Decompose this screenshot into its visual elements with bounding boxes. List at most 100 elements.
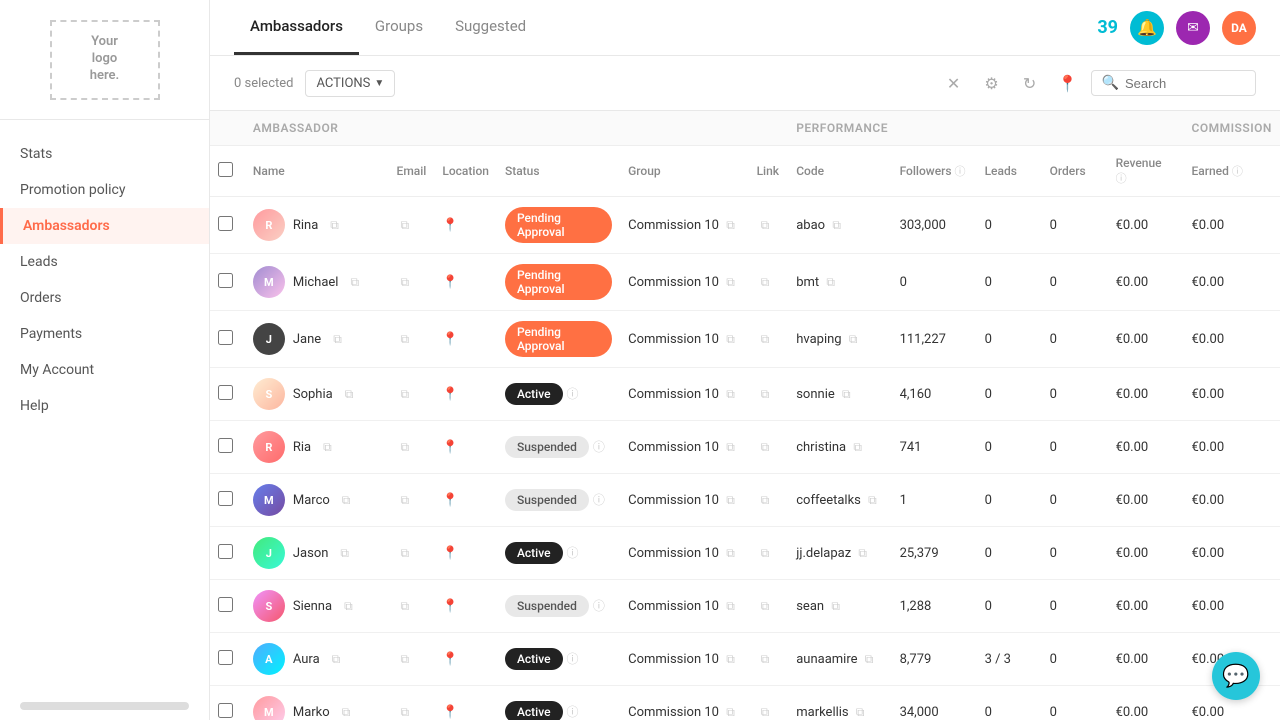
row-checkbox[interactable] [218,597,233,612]
row-checkbox[interactable] [218,385,233,400]
copy-group-icon[interactable]: ⧉ [726,387,735,401]
copy-code-icon[interactable]: ⧉ [832,218,841,232]
tab-ambassadors[interactable]: Ambassadors [234,0,359,55]
location-pin-icon: 📍 [442,332,458,347]
search-input[interactable] [1125,76,1245,91]
copy-name-icon[interactable]: ⧉ [332,652,341,667]
sidebar-item-promotion-policy[interactable]: Promotion policy [0,172,209,208]
sidebar-scrollbar[interactable] [20,702,189,710]
ambassador-name-cell: R Ria ⧉ [245,421,389,474]
copy-email-icon[interactable]: ⧉ [401,275,410,289]
avatar[interactable]: DA [1222,11,1256,45]
copy-group-icon[interactable]: ⧉ [726,493,735,507]
status-badge[interactable]: Active [505,542,563,564]
copy-email-icon[interactable]: ⧉ [401,493,410,507]
copy-link-icon[interactable]: ⧉ [761,332,770,346]
sidebar-item-orders[interactable]: Orders [0,280,209,316]
copy-name-icon[interactable]: ⧉ [323,440,332,455]
select-all-checkbox[interactable] [218,162,233,177]
copy-code-icon[interactable]: ⧉ [856,705,865,719]
copy-code-icon[interactable]: ⧉ [842,387,851,401]
row-checkbox[interactable] [218,273,233,288]
copy-email-icon[interactable]: ⧉ [401,332,410,346]
copy-link-icon[interactable]: ⧉ [761,652,770,666]
location-icon[interactable]: 📍 [1053,68,1083,98]
copy-code-icon[interactable]: ⧉ [858,546,867,560]
copy-link-icon[interactable]: ⧉ [761,218,770,232]
copy-email-icon[interactable]: ⧉ [401,705,410,719]
row-checkbox[interactable] [218,438,233,453]
copy-email-icon[interactable]: ⧉ [401,387,410,401]
copy-link-icon[interactable]: ⧉ [761,440,770,454]
copy-email-icon[interactable]: ⧉ [401,546,410,560]
copy-name-icon[interactable]: ⧉ [350,275,359,290]
sidebar-item-stats[interactable]: Stats [0,136,209,172]
copy-name-icon[interactable]: ⧉ [340,546,349,561]
copy-group-icon[interactable]: ⧉ [726,705,735,719]
filter-icon[interactable]: ⚙ [977,68,1007,98]
sidebar-item-ambassadors[interactable]: Ambassadors [0,208,209,244]
copy-email-icon[interactable]: ⧉ [401,652,410,666]
refresh-icon[interactable]: ↻ [1015,68,1045,98]
tab-groups[interactable]: Groups [359,0,439,55]
copy-link-icon[interactable]: ⧉ [761,705,770,719]
copy-name-icon[interactable]: ⧉ [342,705,351,720]
link-cell: ⧉ [749,368,789,421]
copy-name-icon[interactable]: ⧉ [345,387,354,402]
row-checkbox[interactable] [218,650,233,665]
copy-link-icon[interactable]: ⧉ [761,599,770,613]
status-badge[interactable]: Pending Approval [505,321,612,357]
mail-icon[interactable]: ✉ [1176,11,1210,45]
copy-name-icon[interactable]: ⧉ [344,599,353,614]
copy-group-icon[interactable]: ⧉ [726,652,735,666]
status-badge[interactable]: Pending Approval [505,207,612,243]
copy-group-icon[interactable]: ⧉ [726,218,735,232]
status-badge[interactable]: Active [505,648,563,670]
sidebar-item-my-account[interactable]: My Account [0,352,209,388]
col-header-status: Status [497,146,620,197]
copy-group-icon[interactable]: ⧉ [726,332,735,346]
status-badge[interactable]: Active [505,383,563,405]
close-icon[interactable]: ✕ [939,68,969,98]
status-badge[interactable]: Pending Approval [505,264,612,300]
chat-button[interactable]: 💬 [1212,652,1260,700]
sidebar-item-leads[interactable]: Leads [0,244,209,280]
copy-code-icon[interactable]: ⧉ [868,493,877,507]
sidebar-item-payments[interactable]: Payments [0,316,209,352]
row-checkbox[interactable] [218,544,233,559]
row-checkbox[interactable] [218,330,233,345]
table-row: R Ria ⧉ ⧉ 📍 Suspendedⓘ Commission 10 ⧉ ⧉… [210,421,1280,474]
copy-name-icon[interactable]: ⧉ [333,332,342,347]
copy-code-icon[interactable]: ⧉ [853,440,862,454]
copy-email-icon[interactable]: ⧉ [401,440,410,454]
copy-name-icon[interactable]: ⧉ [330,218,339,233]
copy-group-icon[interactable]: ⧉ [726,546,735,560]
copy-group-icon[interactable]: ⧉ [726,275,735,289]
copy-code-icon[interactable]: ⧉ [865,652,874,666]
copy-link-icon[interactable]: ⧉ [761,275,770,289]
status-badge[interactable]: Suspended [505,489,589,511]
group-cell: Commission 10 ⧉ [620,311,748,368]
row-checkbox[interactable] [218,703,233,718]
code-value: abao [796,218,825,233]
copy-email-icon[interactable]: ⧉ [401,599,410,613]
copy-group-icon[interactable]: ⧉ [726,599,735,613]
status-badge[interactable]: Suspended [505,436,589,458]
copy-code-icon[interactable]: ⧉ [831,599,840,613]
copy-group-icon[interactable]: ⧉ [726,440,735,454]
actions-button[interactable]: ACTIONS ▼ [305,70,395,97]
copy-code-icon[interactable]: ⧉ [826,275,835,289]
sidebar-item-help[interactable]: Help [0,388,209,424]
status-badge[interactable]: Active [505,701,563,720]
tab-suggested[interactable]: Suggested [439,0,542,55]
row-checkbox[interactable] [218,216,233,231]
row-checkbox[interactable] [218,491,233,506]
copy-name-icon[interactable]: ⧉ [342,493,351,508]
bell-icon[interactable]: 🔔 [1130,11,1164,45]
copy-link-icon[interactable]: ⧉ [761,546,770,560]
status-badge[interactable]: Suspended [505,595,589,617]
copy-link-icon[interactable]: ⧉ [761,387,770,401]
copy-code-icon[interactable]: ⧉ [849,332,858,346]
copy-email-icon[interactable]: ⧉ [401,218,410,232]
copy-link-icon[interactable]: ⧉ [761,493,770,507]
